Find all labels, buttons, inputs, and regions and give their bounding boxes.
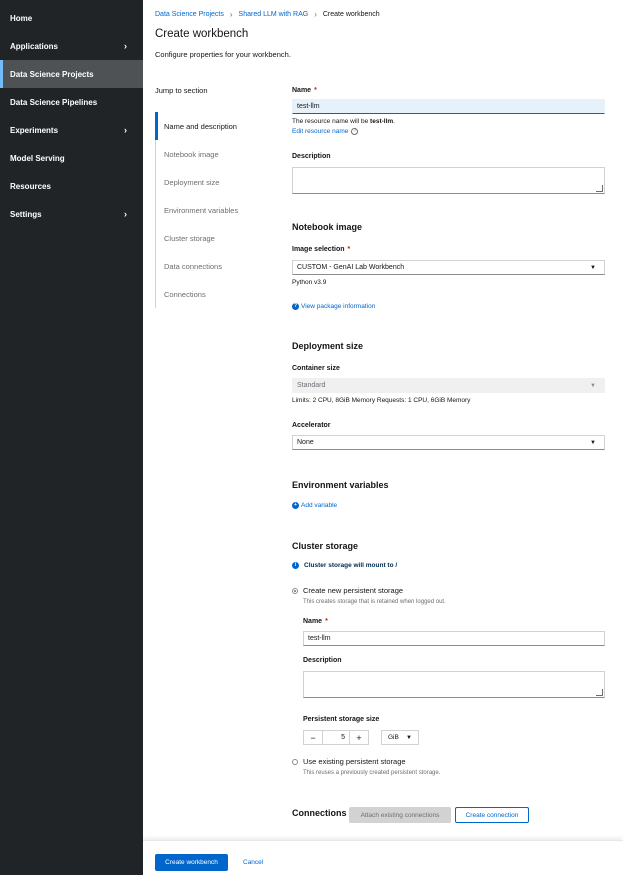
image-selection-label: Image selection * [292,246,351,253]
nav-label: Settings [10,209,42,219]
nav-item-experiments[interactable]: Experiments › [0,116,143,144]
jump-link-environment-variables[interactable]: Environment variables [156,196,255,224]
container-size-label: Container size [292,365,340,372]
use-existing-storage-help: This reuses a previously created persist… [303,770,441,776]
nav-label: Data Science Pipelines [10,97,98,107]
edit-resource-name-link[interactable]: Edit resource name? [292,128,359,135]
storage-name-label: Name * [303,618,328,625]
nav-item-model-serving[interactable]: Model Serving [0,144,143,172]
attach-connections-button[interactable]: Attach existing connections [349,807,451,823]
image-selection-select[interactable]: CUSTOM - GenAI Lab Workbench ▼ [292,260,605,275]
nav-item-data-science-projects[interactable]: Data Science Projects [0,60,143,88]
form-footer: Create workbench Cancel [143,840,623,875]
nav-label: Home [10,13,33,23]
accelerator-label: Accelerator [292,422,331,429]
nav-item-resources[interactable]: Resources [0,172,143,200]
jump-link-cluster-storage[interactable]: Cluster storage [156,224,255,252]
caret-down-icon: ▼ [406,734,412,741]
storage-size-stepper: − 5 + [303,730,369,745]
add-variable-link[interactable]: + Add variable [292,502,337,509]
create-connection-button[interactable]: Create connection [455,807,529,823]
storage-description-textarea[interactable] [303,671,605,698]
storage-mount-info: i Cluster storage will mount to / [292,562,397,569]
storage-unit-select[interactable]: GiB ▼ [381,730,419,745]
jump-link-deployment-size[interactable]: Deployment size [156,168,255,196]
nav-item-settings[interactable]: Settings › [0,200,143,228]
resource-name-help: The resource name will be test-llm. [292,118,395,125]
name-label: Name * [292,87,317,94]
cancel-button[interactable]: Cancel [243,854,263,871]
use-existing-storage-radio[interactable]: Use existing persistent storage [292,757,406,766]
create-new-storage-radio[interactable]: Create new persistent storage [292,586,403,595]
chevron-right-icon: › [229,10,233,19]
increment-button[interactable]: + [349,730,369,745]
connections-title: Connections [292,808,347,818]
nav-item-data-science-pipelines[interactable]: Data Science Pipelines [0,88,143,116]
storage-size-label: Persistent storage size [303,716,380,723]
storage-name-input[interactable]: test-llm [303,631,605,646]
container-limits-text: Limits: 2 CPU, 8GiB Memory Requests: 1 C… [292,397,471,404]
chevron-right-icon: › [124,209,127,219]
name-input[interactable]: test-llm [292,99,605,114]
caret-down-icon: ▼ [590,382,596,389]
caret-down-icon: ▼ [590,439,596,446]
info-icon: i [292,562,299,569]
chevron-right-icon: › [124,125,127,135]
breadcrumb-link-project[interactable]: Shared LLM with RAG [239,11,309,18]
nav-label: Data Science Projects [10,69,94,79]
radio-unselected-icon [292,758,298,765]
nav-label: Experiments [10,125,59,135]
deployment-size-title: Deployment size [292,341,364,351]
description-textarea[interactable] [292,167,605,194]
notebook-image-title: Notebook image [292,222,363,232]
chevron-right-icon: › [124,41,127,51]
python-version-text: Python v3.9 [292,279,327,286]
main-content: Data Science Projects › Shared LLM with … [143,0,623,840]
env-vars-title: Environment variables [292,480,389,490]
nav-label: Resources [10,181,51,191]
nav-item-applications[interactable]: Applications › [0,32,143,60]
jump-link-data-connections[interactable]: Data connections [156,252,255,280]
page-title: Create workbench [155,28,249,40]
jump-link-name-description[interactable]: Name and description [155,112,255,140]
plus-circle-icon: + [292,502,299,509]
description-label: Description [292,153,331,160]
view-package-info-link[interactable]: ? View package information [292,303,375,310]
decrement-button[interactable]: − [303,730,323,745]
storage-size-input[interactable]: 5 [323,730,349,745]
storage-description-label: Description [303,657,342,664]
cluster-storage-title: Cluster storage [292,541,359,551]
container-size-select[interactable]: Standard ▼ [292,378,605,393]
accelerator-select[interactable]: None ▼ [292,435,605,450]
page-subtitle: Configure properties for your workbench. [155,50,291,59]
caret-down-icon: ▼ [590,264,596,271]
breadcrumb-link-projects[interactable]: Data Science Projects [155,11,224,18]
radio-selected-icon [292,587,298,594]
create-new-storage-help: This creates storage that is retained wh… [303,599,446,605]
chevron-right-icon: › [314,10,317,19]
nav-item-home[interactable]: Home [0,4,143,32]
breadcrumb: Data Science Projects › Shared LLM with … [155,10,380,19]
sidebar: Home Applications › Data Science Projects… [0,0,143,875]
nav-label: Model Serving [10,153,65,163]
jump-link-notebook-image[interactable]: Notebook image [156,140,255,168]
create-workbench-button[interactable]: Create workbench [155,854,228,871]
jump-to-section-title: Jump to section [155,86,208,95]
jump-link-connections[interactable]: Connections [156,280,255,308]
nav-label: Applications [10,41,59,51]
help-icon: ? [292,303,299,310]
help-icon[interactable]: ? [351,128,359,135]
jump-links: Name and description Notebook image Depl… [155,112,255,308]
breadcrumb-current: Create workbench [322,11,380,18]
